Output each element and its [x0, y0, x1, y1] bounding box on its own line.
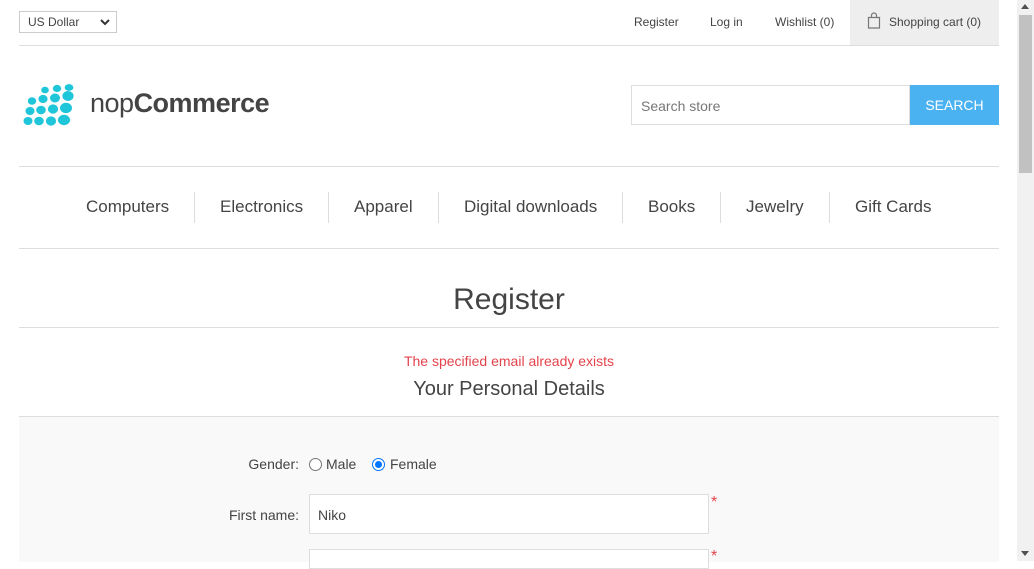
required-mark: * — [711, 548, 718, 565]
logo-text-bold: Commerce — [133, 88, 270, 118]
scroll-up-arrow-icon[interactable] — [1021, 4, 1029, 9]
first-name-field[interactable]: Niko — [309, 494, 709, 534]
nopcommerce-logo[interactable]: nopCommerce — [22, 84, 272, 128]
currency-select[interactable]: US Dollar — [19, 11, 117, 33]
title-divider — [19, 327, 999, 328]
menu-item-books[interactable]: Books — [648, 197, 695, 217]
menu-item-gift-cards[interactable]: Gift Cards — [855, 197, 932, 217]
menu-divider — [194, 192, 195, 223]
personal-details-form: Gender: Male Female First name: Niko * * — [19, 416, 999, 569]
header-links-bar: US Dollar Register Log in Wishlist (0) S… — [19, 0, 999, 46]
last-name-field[interactable] — [309, 549, 709, 569]
page-title: Register — [453, 283, 565, 316]
logo-text: nopCommerce — [90, 88, 270, 119]
menu-item-jewelry[interactable]: Jewelry — [746, 197, 804, 217]
wishlist-link[interactable]: Wishlist (0) — [775, 15, 834, 29]
gender-female-radio[interactable] — [372, 458, 385, 471]
shopping-bag-icon — [867, 12, 881, 29]
menu-item-electronics[interactable]: Electronics — [220, 197, 303, 217]
login-link[interactable]: Log in — [710, 15, 743, 29]
menu-divider — [328, 192, 329, 223]
gender-male-radio[interactable] — [309, 458, 322, 471]
scroll-down-arrow-icon[interactable] — [1021, 551, 1029, 556]
required-mark: * — [711, 494, 718, 511]
scroll-thumb[interactable] — [1019, 15, 1032, 173]
menu-item-digital-downloads[interactable]: Digital downloads — [464, 197, 597, 217]
search-input[interactable]: Search store — [631, 85, 910, 125]
menu-divider — [438, 192, 439, 223]
chevron-down-icon — [100, 19, 110, 26]
gender-female-label[interactable]: Female — [390, 456, 437, 472]
search-button[interactable]: SEARCH — [910, 85, 999, 125]
error-message: The specified email already exists — [403, 353, 615, 369]
top-menu: Computers Electronics Apparel Digital do… — [19, 166, 999, 249]
menu-divider — [622, 192, 623, 223]
menu-divider — [829, 192, 830, 223]
shopping-cart-label: Shopping cart (0) — [889, 15, 982, 29]
gender-label: Gender: — [248, 456, 299, 472]
section-title: Your Personal Details — [413, 378, 605, 400]
vertical-scrollbar[interactable] — [1017, 0, 1034, 561]
currency-selected-value: US Dollar — [28, 15, 80, 29]
register-link[interactable]: Register — [634, 15, 679, 29]
gender-male-label[interactable]: Male — [326, 456, 356, 472]
logo-dots-icon — [23, 84, 74, 126]
menu-divider — [720, 192, 721, 223]
menu-item-computers[interactable]: Computers — [86, 197, 169, 217]
menu-item-apparel[interactable]: Apparel — [354, 197, 413, 217]
shopping-cart-link[interactable]: Shopping cart (0) — [850, 0, 999, 45]
first-name-label: First name: — [228, 507, 299, 523]
logo-text-light: nop — [90, 88, 134, 118]
